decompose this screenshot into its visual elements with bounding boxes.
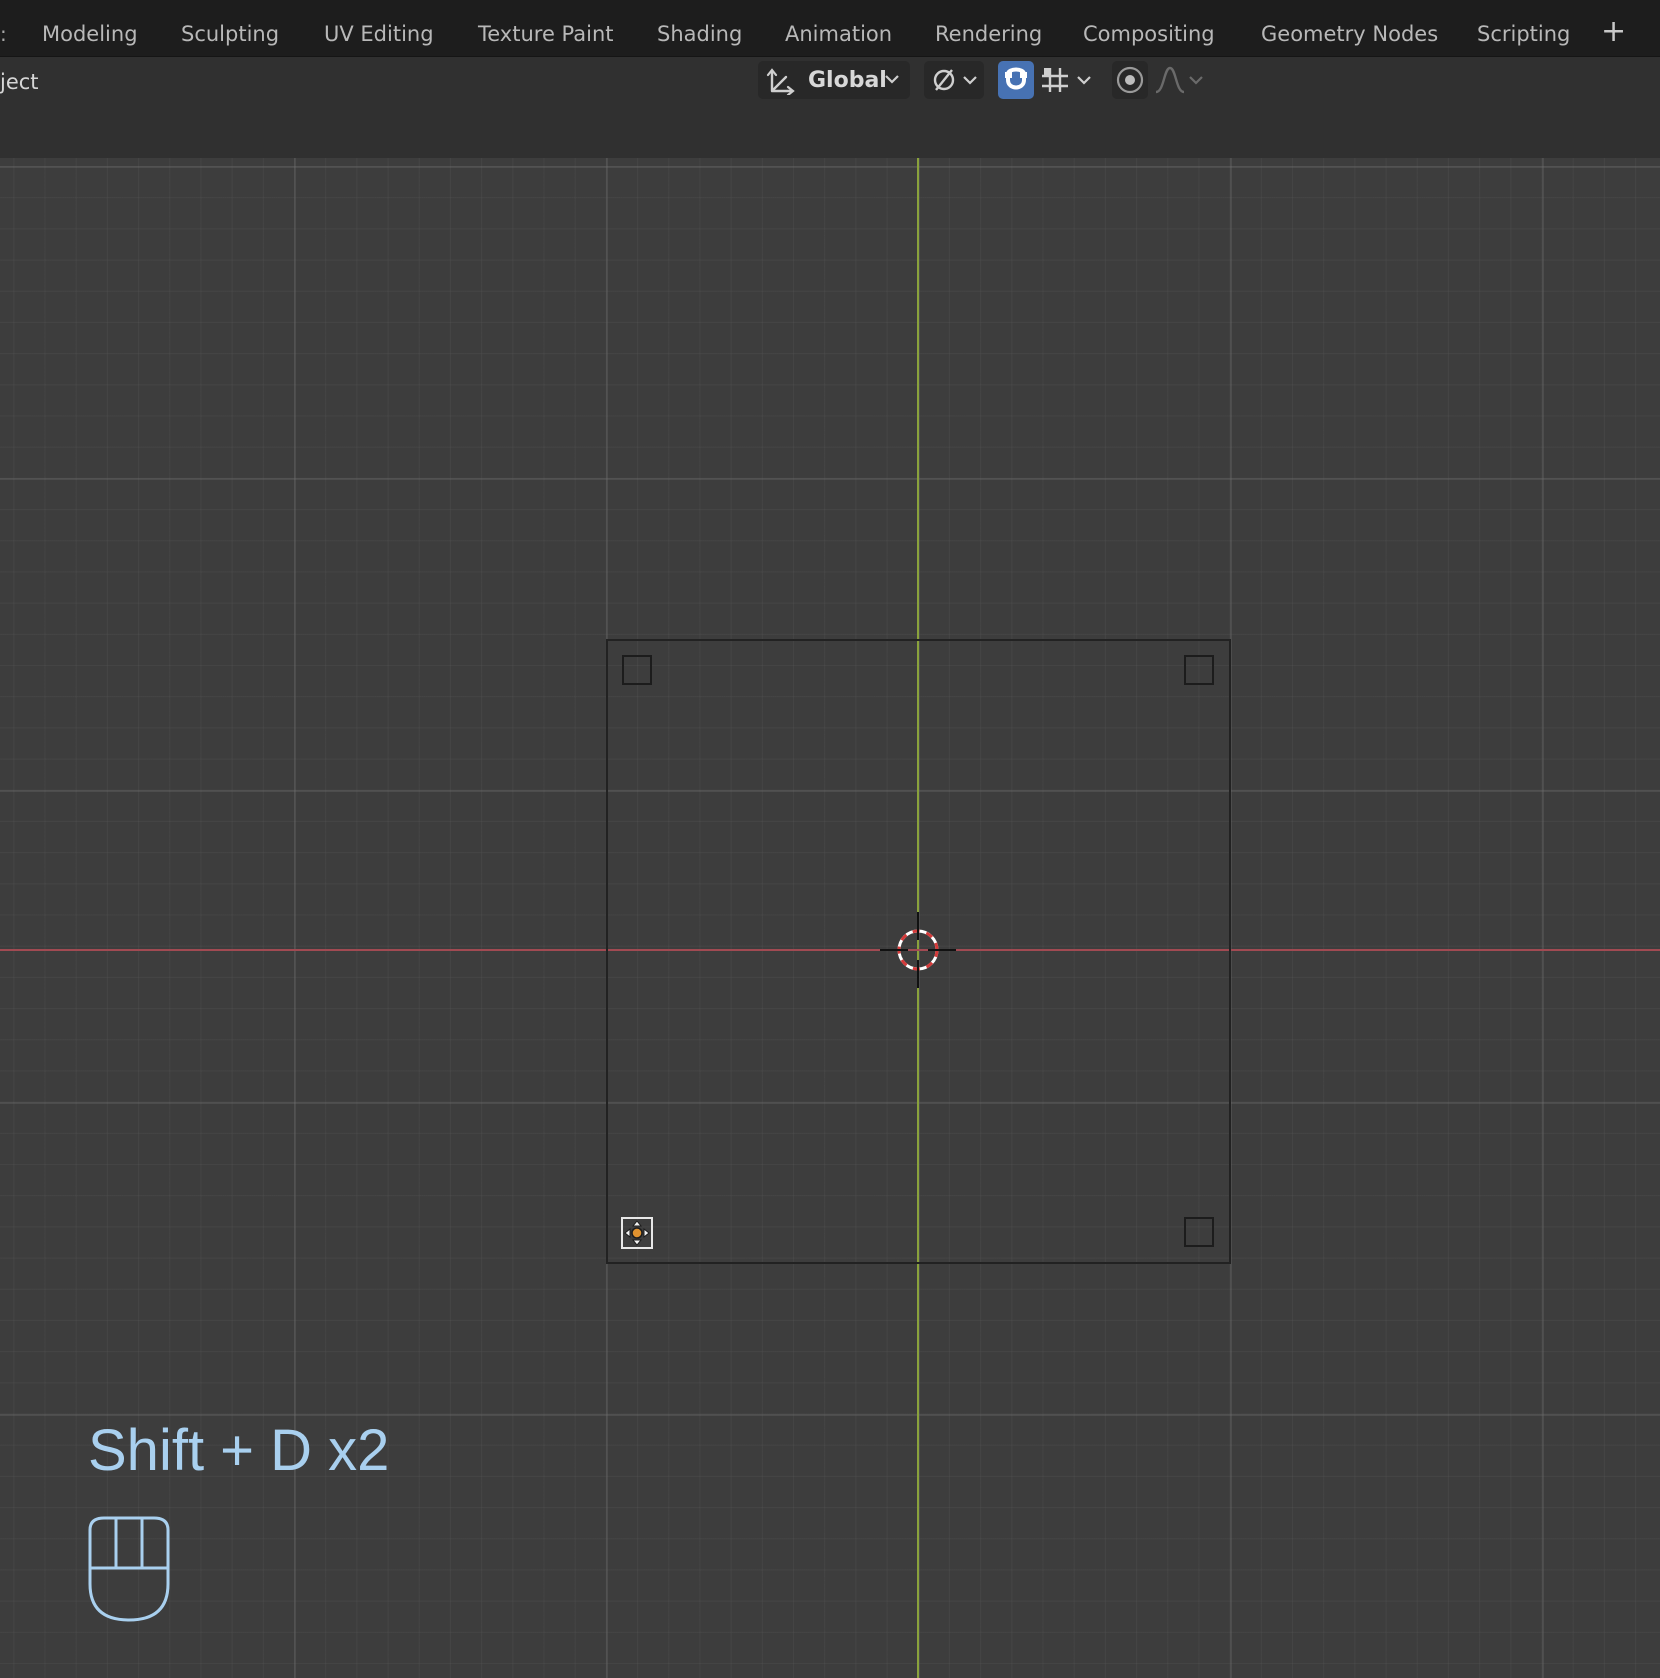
magnet-icon: [1005, 67, 1027, 90]
falloff-curve-icon: [1155, 66, 1203, 94]
add-workspace-button[interactable]: +: [1601, 16, 1626, 48]
object-mode-menu[interactable]: ject: [0, 68, 39, 96]
tab-compositing[interactable]: Compositing: [1083, 20, 1215, 48]
3d-cursor-icon[interactable]: [878, 910, 958, 990]
tab-texture-paint[interactable]: Texture Paint: [478, 20, 614, 48]
pivot-point-dropdown[interactable]: [924, 61, 984, 99]
corner-vertex-bottom-right[interactable]: [1184, 1217, 1214, 1247]
viewport-header: ject Global: [0, 57, 1660, 158]
corner-vertex-top-left[interactable]: [622, 655, 652, 685]
tab-geometry-nodes[interactable]: Geometry Nodes: [1261, 20, 1438, 48]
orientation-label: Global: [808, 67, 887, 93]
snap-target-dropdown[interactable]: [1038, 61, 1100, 99]
workspace-tab-cut-off[interactable]: :: [0, 20, 7, 48]
corner-vertex-top-right[interactable]: [1184, 655, 1214, 685]
tab-animation[interactable]: Animation: [785, 20, 892, 48]
snap-increment-icon: [1042, 68, 1091, 92]
tab-modeling[interactable]: Modeling: [42, 20, 138, 48]
transform-orientation-icon: [766, 68, 795, 95]
workspace-tab-bar: : Modeling Sculpting UV Editing Texture …: [0, 0, 1660, 57]
mouse-icon: [88, 1516, 170, 1622]
proportional-edit-icon: [1116, 66, 1144, 94]
snap-toggle-button[interactable]: [998, 61, 1034, 99]
chevron-down-icon: [885, 75, 899, 84]
proportional-falloff-dropdown[interactable]: [1152, 61, 1210, 99]
tab-shading[interactable]: Shading: [657, 20, 742, 48]
tab-rendering[interactable]: Rendering: [935, 20, 1042, 48]
transform-orientation-dropdown[interactable]: Global: [758, 61, 910, 99]
proportional-edit-toggle[interactable]: [1112, 61, 1148, 99]
tab-uv-editing[interactable]: UV Editing: [324, 20, 434, 48]
tab-sculpting[interactable]: Sculpting: [181, 20, 279, 48]
tab-scripting[interactable]: Scripting: [1477, 20, 1570, 48]
3d-viewport[interactable]: Shift + D x2: [0, 158, 1660, 1678]
pivot-point-icon: [933, 69, 977, 91]
move-cursor-icon[interactable]: [620, 1216, 656, 1250]
shortcut-overlay-text: Shift + D x2: [88, 1418, 390, 1483]
